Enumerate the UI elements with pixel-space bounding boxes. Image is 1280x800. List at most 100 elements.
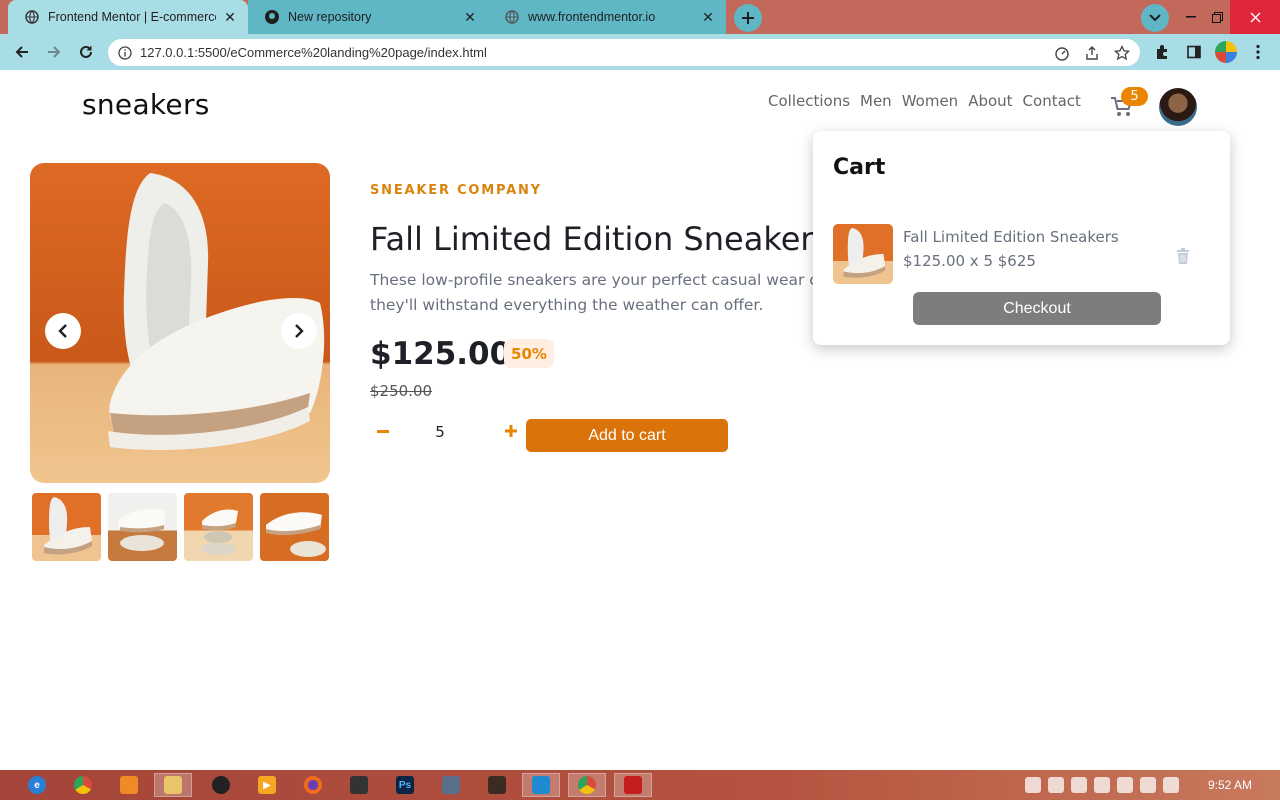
side-panel-button[interactable] bbox=[1182, 40, 1206, 64]
close-icon[interactable]: ✕ bbox=[700, 9, 716, 25]
chevron-left-icon bbox=[58, 324, 67, 338]
info-icon[interactable] bbox=[118, 45, 132, 60]
thumbnail-3[interactable] bbox=[184, 493, 253, 561]
quantity-decrease-button[interactable] bbox=[374, 426, 392, 438]
app-icon bbox=[488, 776, 506, 794]
add-to-cart-button[interactable]: Add to cart bbox=[526, 419, 728, 452]
taskbar-app-8[interactable] bbox=[340, 773, 378, 797]
tray-icon[interactable] bbox=[1025, 777, 1041, 793]
sneaker-thumbnail bbox=[200, 509, 238, 555]
taskbar-app-10[interactable] bbox=[432, 773, 470, 797]
taskbar-app-3[interactable] bbox=[110, 773, 148, 797]
browser-toolbar: 127.0.0.1:5500/eCommerce%20landing%20pag… bbox=[0, 34, 1280, 70]
vscode-icon bbox=[532, 776, 550, 794]
new-tab-button[interactable] bbox=[734, 4, 762, 32]
tab-frontendmentor-io[interactable]: www.frontendmentor.io ✕ bbox=[488, 0, 726, 34]
network-icon[interactable] bbox=[1094, 777, 1110, 793]
thumbnail-2[interactable] bbox=[108, 493, 177, 561]
share-icon[interactable] bbox=[1084, 45, 1100, 61]
window-close-button[interactable] bbox=[1230, 0, 1280, 34]
nav-women[interactable]: Women bbox=[902, 92, 958, 110]
tab-title: Frontend Mentor | E-commerce p bbox=[48, 10, 216, 24]
forward-button[interactable] bbox=[42, 40, 66, 64]
avatar[interactable] bbox=[1159, 88, 1197, 126]
kebab-menu-icon bbox=[1256, 44, 1260, 60]
discount-badge: 50% bbox=[504, 339, 554, 368]
firefox-icon bbox=[304, 776, 322, 794]
globe-icon bbox=[504, 9, 520, 25]
nav-men[interactable]: Men bbox=[860, 92, 892, 110]
taskbar-chrome-active[interactable] bbox=[568, 773, 606, 797]
checkout-button[interactable]: Checkout bbox=[913, 292, 1161, 325]
nav-about[interactable]: About bbox=[968, 92, 1012, 110]
extensions-button[interactable] bbox=[1150, 40, 1174, 64]
close-icon[interactable]: ✕ bbox=[222, 9, 238, 25]
nav-contact[interactable]: Contact bbox=[1023, 92, 1081, 110]
chevron-right-icon bbox=[295, 324, 304, 338]
tray-icon[interactable] bbox=[1117, 777, 1133, 793]
system-tray bbox=[1025, 777, 1179, 793]
app-icon bbox=[120, 776, 138, 794]
star-icon[interactable] bbox=[1114, 44, 1130, 61]
puzzle-icon bbox=[1157, 45, 1167, 59]
restore-icon bbox=[1211, 11, 1223, 23]
delete-item-button[interactable] bbox=[1175, 247, 1191, 265]
taskbar-photoshop[interactable]: Ps bbox=[386, 773, 424, 797]
quantity-value[interactable]: 5 bbox=[428, 423, 452, 441]
tab-new-repository[interactable]: New repository ✕ bbox=[248, 0, 488, 34]
taskbar-vscode[interactable] bbox=[522, 773, 560, 797]
thumbnail-4[interactable] bbox=[260, 493, 329, 561]
taskbar-firefox[interactable] bbox=[294, 773, 332, 797]
current-price: $125.00 bbox=[370, 336, 512, 372]
profile-button[interactable] bbox=[1214, 40, 1238, 64]
acrobat-icon bbox=[624, 776, 642, 794]
restore-button[interactable] bbox=[1204, 0, 1230, 34]
photoshop-icon: Ps bbox=[396, 776, 414, 794]
thumbnail-1[interactable] bbox=[32, 493, 101, 561]
site-logo[interactable]: sneakers bbox=[82, 88, 210, 121]
previous-image-button[interactable] bbox=[45, 313, 81, 349]
taskbar-media-player[interactable]: ▶ bbox=[248, 773, 286, 797]
company-label: SNEAKER COMPANY bbox=[370, 183, 542, 198]
ie-icon: e bbox=[28, 776, 46, 794]
browser-tab-strip: Frontend Mentor | E-commerce p ✕ New rep… bbox=[0, 0, 1280, 34]
minimize-button[interactable] bbox=[1178, 0, 1204, 34]
browser-menu-button[interactable] bbox=[1246, 40, 1270, 64]
flag-icon[interactable] bbox=[1140, 777, 1156, 793]
taskbar-app-5[interactable] bbox=[202, 773, 240, 797]
cart-count-badge: 5 bbox=[1121, 87, 1148, 106]
plus-icon bbox=[742, 12, 754, 24]
taskbar-acrobat[interactable] bbox=[614, 773, 652, 797]
url-text[interactable]: 127.0.0.1:5500/eCommerce%20landing%20pag… bbox=[140, 45, 487, 60]
github-icon bbox=[264, 9, 280, 25]
close-icon[interactable]: ✕ bbox=[462, 9, 478, 25]
main-nav: Collections Men Women About Contact bbox=[768, 92, 1081, 110]
arrow-left-icon bbox=[15, 46, 28, 58]
taskbar-app-11[interactable] bbox=[478, 773, 516, 797]
tray-icon[interactable] bbox=[1048, 777, 1064, 793]
original-price: $250.00 bbox=[370, 382, 433, 400]
nav-collections[interactable]: Collections bbox=[768, 92, 850, 110]
taskbar-file-explorer[interactable] bbox=[154, 773, 192, 797]
taskbar-clock[interactable]: 9:52 AM bbox=[1208, 778, 1252, 792]
tray-icon[interactable] bbox=[1163, 777, 1179, 793]
sneaker-thumbnail bbox=[118, 508, 166, 551]
cart-item-thumbnail bbox=[833, 224, 893, 284]
taskbar-chrome[interactable] bbox=[64, 773, 102, 797]
taskbar-ie[interactable]: e bbox=[18, 773, 56, 797]
sneaker-thumbnail bbox=[843, 227, 886, 278]
media-player-icon: ▶ bbox=[258, 776, 276, 794]
product-page: sneakers Collections Men Women About Con… bbox=[0, 70, 1280, 770]
volume-icon[interactable] bbox=[1071, 777, 1087, 793]
quantity-increase-button[interactable] bbox=[503, 423, 519, 439]
address-bar[interactable]: 127.0.0.1:5500/eCommerce%20landing%20pag… bbox=[108, 39, 1140, 66]
back-button[interactable] bbox=[10, 40, 34, 64]
chrome-icon bbox=[578, 776, 596, 794]
tab-frontend-mentor[interactable]: Frontend Mentor | E-commerce p ✕ bbox=[8, 0, 248, 34]
tab-search-button[interactable] bbox=[1141, 4, 1169, 32]
next-image-button[interactable] bbox=[281, 313, 317, 349]
thumbnail-strip bbox=[32, 493, 329, 561]
reload-button[interactable] bbox=[74, 40, 98, 64]
tab-title: www.frontendmentor.io bbox=[528, 10, 656, 24]
performance-icon[interactable] bbox=[1054, 45, 1070, 61]
